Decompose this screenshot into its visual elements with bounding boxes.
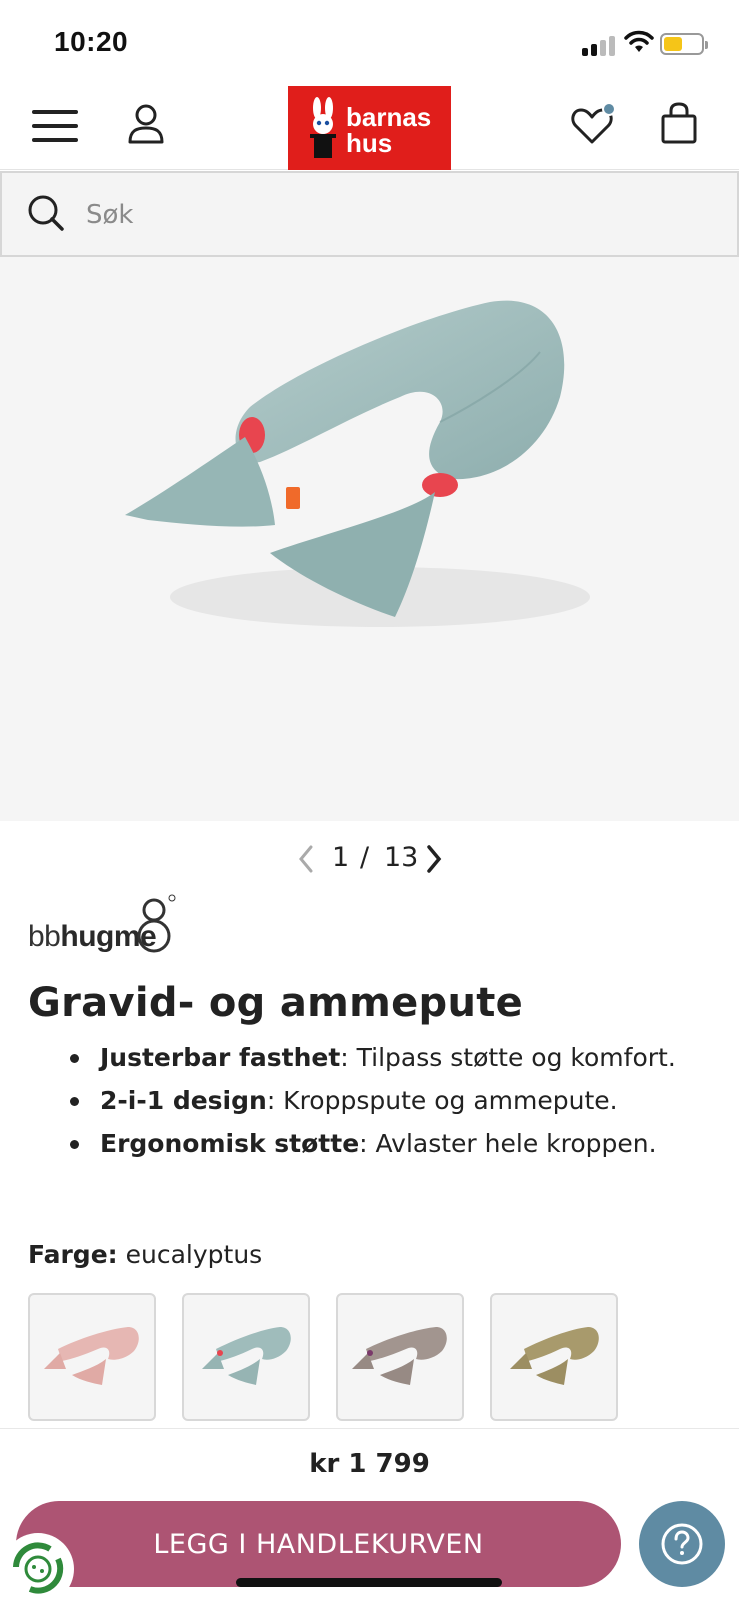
color-swatch[interactable]	[336, 1293, 464, 1421]
brand-name-light: bb	[28, 920, 61, 953]
swatch-pillow-image	[202, 1327, 291, 1385]
wishlist-notification-dot	[602, 102, 616, 116]
status-time: 10:20	[54, 26, 129, 57]
logo-line-1: barnas	[346, 102, 432, 132]
swatch-pillow-image	[510, 1327, 599, 1385]
eco-recycle-badge-icon[interactable]	[0, 1523, 76, 1600]
search-icon	[28, 195, 64, 231]
brand-figure-eight-mark	[137, 894, 176, 953]
feature-label: Ergonomisk støtte	[100, 1129, 360, 1158]
color-swatch-selected[interactable]	[182, 1293, 310, 1421]
swatch-pillow-image	[44, 1327, 139, 1385]
pager-separator: /	[360, 842, 370, 873]
add-to-cart-button[interactable]: LEGG I HANDLEKURVEN	[16, 1501, 621, 1587]
feature-item: 2-i-1 design: Kroppspute og ammepute.	[70, 1079, 720, 1122]
feature-label: 2-i-1 design	[100, 1086, 267, 1115]
color-value: eucalyptus	[125, 1240, 263, 1269]
feature-label: Justerbar fasthet	[100, 1043, 341, 1072]
color-swatch[interactable]	[28, 1293, 156, 1421]
gallery-pager: 1 / 13	[0, 840, 739, 880]
logo-line-2: hus	[346, 128, 393, 158]
pager-total: 13	[384, 842, 419, 873]
barnas-hus-logo[interactable]: barnas hus	[288, 86, 451, 170]
bunny-hat-icon	[310, 97, 336, 158]
search-input[interactable]	[86, 195, 686, 235]
feature-item: Justerbar fasthet: Tilpass støtte og kom…	[70, 1036, 720, 1079]
battery-icon	[660, 33, 708, 55]
feature-list: Justerbar fasthet: Tilpass støtte og kom…	[70, 1036, 720, 1165]
logo-text: barnas hus	[346, 104, 431, 156]
status-bar: 10:20	[0, 0, 739, 84]
pregnancy-pillow-image	[125, 300, 590, 627]
color-swatches	[28, 1293, 728, 1421]
color-selection-label: Farge: eucalyptus	[28, 1240, 262, 1269]
product-title: Gravid- og ammepute	[28, 980, 524, 1026]
help-button[interactable]	[639, 1501, 725, 1587]
brand-logo[interactable]: bbhugme	[28, 892, 198, 960]
wishlist-button[interactable]	[570, 102, 618, 146]
color-swatch[interactable]	[490, 1293, 618, 1421]
product-image-gallery[interactable]	[0, 257, 739, 821]
pager-current: 1	[332, 842, 350, 873]
home-indicator[interactable]	[236, 1578, 502, 1587]
purchase-bar: kr 1 799 LEGG I HANDLEKURVEN	[0, 1428, 739, 1600]
cellular-signal-icon	[582, 34, 616, 56]
feature-item: Ergonomisk støtte: Avlaster hele kroppen…	[70, 1122, 720, 1165]
product-price: kr 1 799	[309, 1449, 430, 1479]
color-label: Farge:	[28, 1240, 118, 1269]
shopping-bag-icon[interactable]	[660, 102, 698, 146]
user-icon[interactable]	[126, 102, 166, 146]
wifi-icon	[624, 30, 654, 52]
feature-text: : Avlaster hele kroppen.	[359, 1129, 657, 1158]
question-mark-icon	[661, 1523, 703, 1565]
hamburger-menu-icon[interactable]	[32, 108, 78, 144]
chevron-right-icon[interactable]	[424, 844, 444, 874]
feature-text: : Kroppspute og ammepute.	[266, 1086, 618, 1115]
swatch-pillow-image	[352, 1327, 447, 1385]
feature-text: : Tilpass støtte og komfort.	[340, 1043, 676, 1072]
site-header: barnas hus	[0, 84, 739, 170]
chevron-left-icon[interactable]	[296, 844, 316, 874]
search-bar[interactable]	[0, 171, 739, 257]
